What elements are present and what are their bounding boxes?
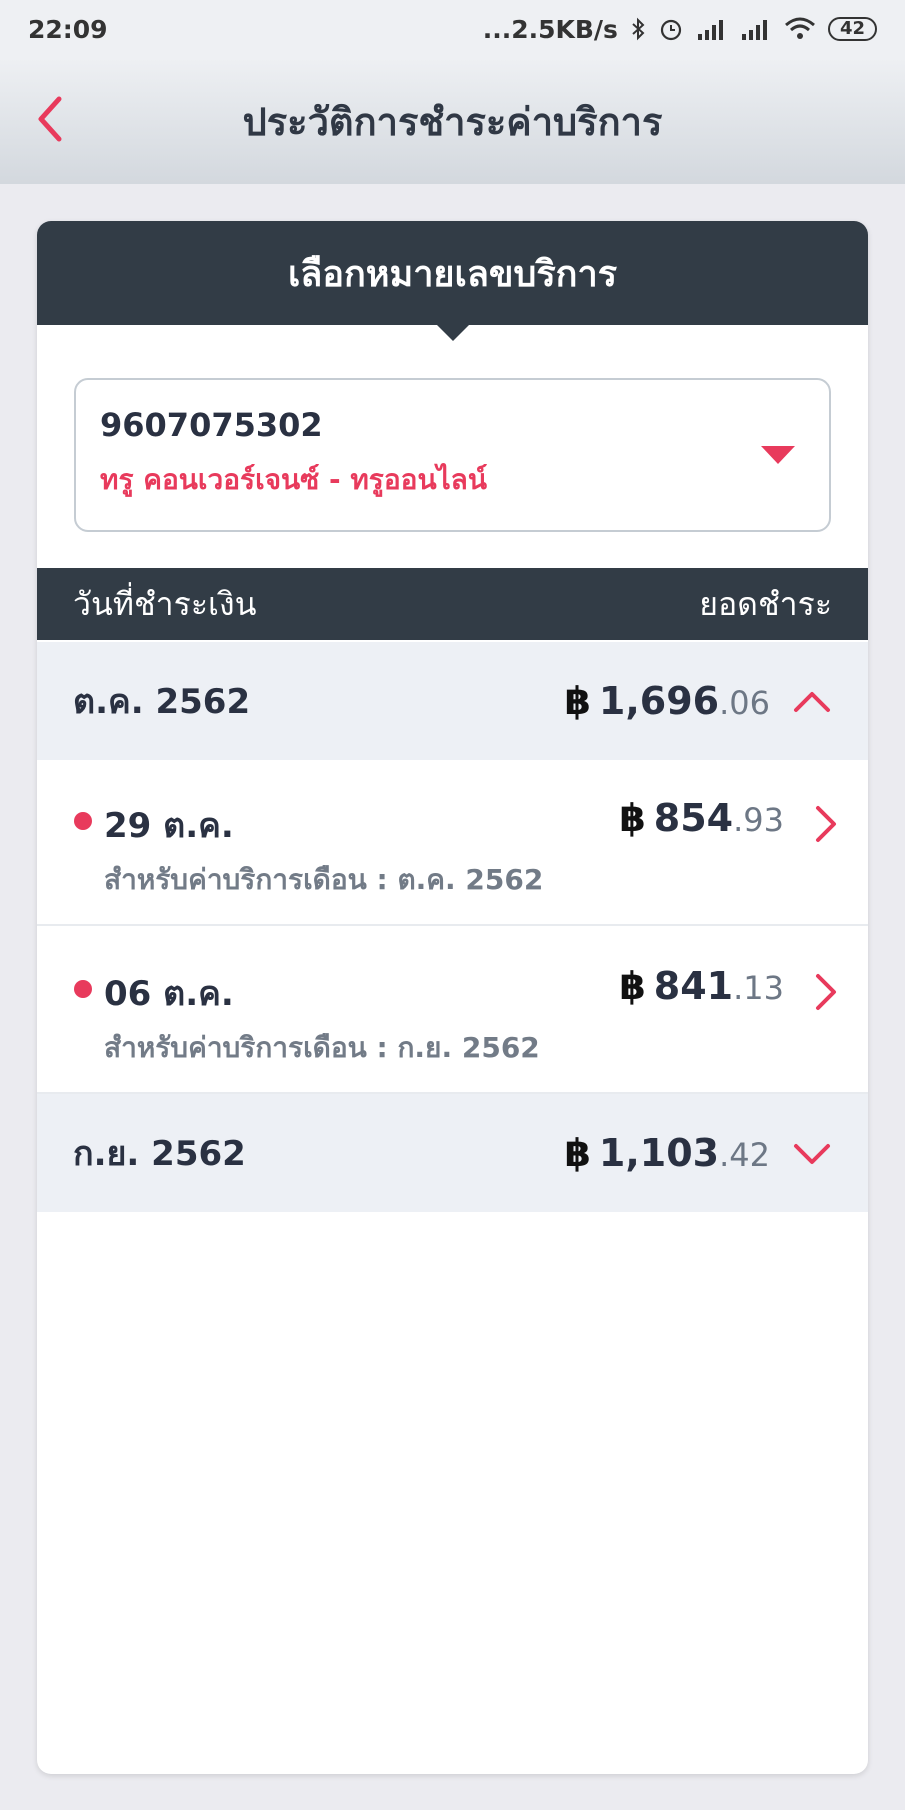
- payment-amount: ฿ 841.13: [619, 964, 784, 1008]
- payment-note: สำหรับค่าบริการเดือน : ต.ค. 2562: [104, 863, 544, 896]
- status-time: 22:09: [28, 14, 108, 44]
- chevron-right-icon: [816, 974, 836, 1010]
- chevron-down-icon: [794, 1144, 830, 1164]
- payment-item[interactable]: 06 ต.ค. ฿ 841.13 สำหรับค่าบริการเดือน : ก…: [37, 928, 868, 1094]
- month-label: ก.ย. 2562: [73, 1134, 246, 1174]
- page-title: ประวัติการชำระค่าบริการ: [242, 99, 663, 144]
- heading-notch: [436, 325, 469, 341]
- amount-decimal: .13: [733, 969, 784, 1007]
- service-number: 9607075302: [100, 406, 323, 444]
- column-amount: ยอดชำระ: [699, 584, 832, 623]
- card-heading: เลือกหมายเลขบริการ: [37, 221, 868, 341]
- caret-down-icon: [761, 446, 795, 464]
- alarm-icon: [660, 19, 682, 41]
- signal-icon-2: [741, 20, 767, 40]
- wifi-icon: [784, 17, 815, 39]
- column-date: วันที่ชำระเงิน: [73, 584, 257, 623]
- column-header: วันที่ชำระเงิน ยอดชำระ: [37, 568, 868, 640]
- status-dot: [74, 980, 92, 998]
- month-total: ฿ 1,696.06: [564, 679, 770, 723]
- chevron-up-icon: [794, 692, 830, 712]
- baht-symbol: ฿: [564, 1131, 591, 1175]
- baht-symbol: ฿: [564, 679, 591, 723]
- month-group-oct-2562[interactable]: ต.ค. 2562 ฿ 1,696.06: [37, 642, 868, 760]
- bluetooth-icon: [632, 17, 645, 41]
- payment-item[interactable]: 29 ต.ค. ฿ 854.93 สำหรับค่าบริการเดือน : ต…: [37, 760, 868, 926]
- amount-decimal: .06: [719, 684, 770, 722]
- amount-decimal: .93: [733, 801, 784, 839]
- card-heading-text: เลือกหมายเลขบริการ: [287, 253, 618, 295]
- payment-history-card: เลือกหมายเลขบริการ 9607075302 ทรู คอนเวอ…: [37, 221, 868, 1774]
- payment-amount: ฿ 854.93: [619, 796, 784, 840]
- month-group-sep-2562[interactable]: ก.ย. 2562 ฿ 1,103.42: [37, 1094, 868, 1212]
- amount-integer: 1,696: [598, 679, 720, 723]
- service-provider: ทรู คอนเวอร์เจนซ์ - ทรูออนไลน์: [100, 463, 487, 496]
- status-icons: ...2.5KB/s 42: [483, 15, 877, 44]
- payment-date: 29 ต.ค.: [104, 806, 234, 846]
- service-number-dropdown[interactable]: 9607075302 ทรู คอนเวอร์เจนซ์ - ทรูออนไลน…: [74, 378, 831, 532]
- back-button[interactable]: [30, 94, 70, 144]
- amount-decimal: .42: [719, 1136, 770, 1174]
- chevron-right-icon: [816, 806, 836, 842]
- status-dot: [74, 812, 92, 830]
- chevron-left-icon: [38, 96, 62, 142]
- battery-indicator: 42: [827, 17, 877, 41]
- status-bar: 22:09 ...2.5KB/s 42: [0, 0, 905, 58]
- payment-date: 06 ต.ค.: [104, 974, 234, 1014]
- amount-integer: 841: [653, 964, 734, 1008]
- network-speed: ...2.5KB/s: [482, 14, 618, 44]
- payment-note: สำหรับค่าบริการเดือน : ก.ย. 2562: [104, 1031, 540, 1064]
- amount-integer: 1,103: [598, 1131, 720, 1175]
- baht-symbol: ฿: [619, 796, 646, 840]
- signal-icon: [697, 20, 723, 40]
- app-header: ประวัติการชำระค่าบริการ: [0, 58, 905, 184]
- month-label: ต.ค. 2562: [73, 682, 251, 722]
- baht-symbol: ฿: [619, 964, 646, 1008]
- month-total: ฿ 1,103.42: [564, 1131, 770, 1175]
- amount-integer: 854: [653, 796, 734, 840]
